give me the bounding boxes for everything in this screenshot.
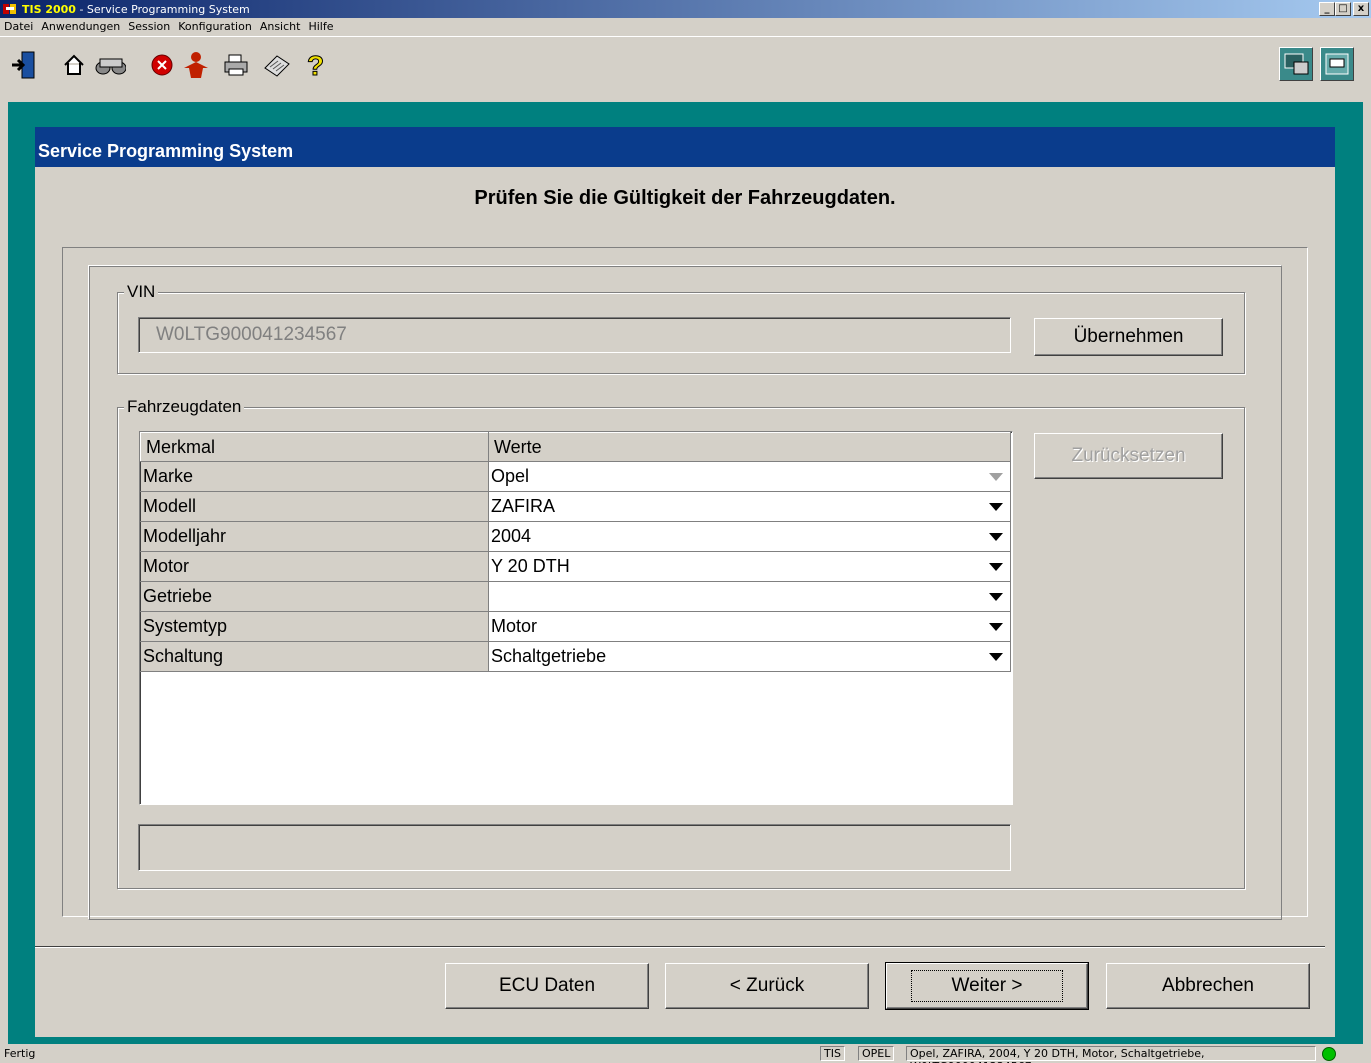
maximize-button[interactable]: □ [1335, 2, 1351, 16]
minimize-button[interactable]: _ [1319, 2, 1335, 16]
row-value: Y 20 DTH [491, 556, 570, 576]
service-programming-dialog: Service Programming System Prüfen Sie di… [35, 127, 1335, 1037]
dropdown-arrow-icon[interactable] [982, 492, 1010, 521]
table-row: Schaltung Schaltgetriebe [140, 641, 1011, 672]
dropdown-arrow-icon[interactable] [982, 522, 1010, 551]
vehicle-interface-icon[interactable] [1320, 47, 1354, 81]
row-value: Motor [491, 616, 538, 636]
dropdown-arrow-icon[interactable] [982, 612, 1010, 641]
home-icon[interactable] [58, 49, 90, 81]
menu-datei[interactable]: Datei [4, 20, 33, 33]
dropdown-arrow-icon [982, 462, 1010, 491]
status-text: Fertig [4, 1047, 36, 1060]
menu-anwendungen[interactable]: Anwendungen [41, 20, 120, 33]
row-label: Motor [140, 551, 489, 582]
ecu-data-button[interactable]: ECU Daten [445, 963, 649, 1009]
status-cell-brand: OPEL [858, 1046, 895, 1061]
title-bar[interactable]: TIS 2000 - Service Programming System _ … [0, 0, 1371, 18]
back-button[interactable]: < Zurück [665, 963, 869, 1009]
table-row: Modelljahr 2004 [140, 521, 1011, 552]
print-icon[interactable] [220, 49, 252, 81]
app-icon [2, 2, 18, 16]
info-field [138, 824, 1011, 871]
menu-bar: Datei Anwendungen Session Konfiguration … [0, 18, 1371, 35]
notepad-icon[interactable] [260, 49, 292, 81]
menu-konfiguration[interactable]: Konfiguration [178, 20, 252, 33]
row-label: Modelljahr [140, 521, 489, 552]
row-label: Modell [140, 491, 489, 522]
vin-field[interactable]: W0LTG900041234567 [138, 317, 1011, 353]
vehicle-icon[interactable] [94, 49, 126, 81]
vin-legend: VIN [124, 282, 159, 302]
motor-select[interactable]: Y 20 DTH [488, 551, 1011, 582]
table-row: Motor Y 20 DTH [140, 551, 1011, 582]
status-cell-system: TIS [820, 1046, 845, 1061]
svg-text:?: ? [307, 50, 324, 80]
vehicle-data-legend: Fahrzeugdaten [124, 397, 245, 417]
stop-icon[interactable] [146, 49, 178, 81]
next-button[interactable]: Weiter > [885, 962, 1089, 1010]
reset-button: Zurücksetzen [1034, 433, 1223, 479]
systemtyp-select[interactable]: Motor [488, 611, 1011, 642]
dialog-header: Service Programming System [35, 127, 1335, 167]
row-value: 2004 [491, 526, 532, 546]
status-cell-vehicle: Opel, ZAFIRA, 2004, Y 20 DTH, Motor, Sch… [906, 1046, 1316, 1063]
separator [35, 946, 1325, 948]
menu-hilfe[interactable]: Hilfe [308, 20, 333, 33]
table-row: Systemtyp Motor [140, 611, 1011, 642]
row-value: Schaltgetriebe [491, 646, 607, 666]
modelljahr-select[interactable]: 2004 [488, 521, 1011, 552]
table-row: Getriebe [140, 581, 1011, 612]
modell-select[interactable]: ZAFIRA [488, 491, 1011, 522]
dropdown-arrow-icon[interactable] [982, 552, 1010, 581]
dropdown-arrow-icon[interactable] [982, 582, 1010, 611]
table-row: Modell ZAFIRA [140, 491, 1011, 522]
apply-vin-button[interactable]: Übernehmen [1034, 318, 1223, 356]
exit-icon[interactable] [8, 49, 40, 81]
column-header-values: Werte [488, 432, 1011, 462]
row-label: Systemtyp [140, 611, 489, 642]
column-header-feature: Merkmal [140, 432, 489, 462]
marke-select: Opel [488, 461, 1011, 492]
menu-ansicht[interactable]: Ansicht [260, 20, 301, 33]
vehicle-data-grid: Merkmal Werte Marke Opel Modell ZAFIRA M… [139, 431, 1013, 805]
toolbar: ? [0, 36, 1371, 100]
row-value: Opel [491, 466, 530, 486]
next-button-label: Weiter > [910, 970, 1064, 1002]
row-value [489, 586, 491, 606]
dialog-subtitle: Prüfen Sie die Gültigkeit der Fahrzeugda… [474, 187, 896, 209]
tech-tool-icon[interactable] [1279, 47, 1313, 81]
row-label: Schaltung [140, 641, 489, 672]
table-row: Marke Opel [140, 461, 1011, 492]
menu-session[interactable]: Session [128, 20, 170, 33]
dropdown-arrow-icon[interactable] [982, 642, 1010, 671]
status-bar: Fertig TIS OPEL Opel, ZAFIRA, 2004, Y 20… [0, 1045, 1371, 1063]
person-icon[interactable] [180, 49, 212, 81]
row-label: Getriebe [140, 581, 489, 612]
window-title: TIS 2000 - Service Programming System [22, 2, 250, 16]
schaltung-select[interactable]: Schaltgetriebe [488, 641, 1011, 672]
cancel-button[interactable]: Abbrechen [1106, 963, 1310, 1009]
help-icon[interactable]: ? [300, 49, 332, 81]
connection-status-icon [1322, 1047, 1336, 1061]
close-button[interactable]: x [1353, 2, 1369, 16]
getriebe-select[interactable] [488, 581, 1011, 612]
row-value: ZAFIRA [491, 496, 556, 516]
row-label: Marke [140, 461, 489, 492]
